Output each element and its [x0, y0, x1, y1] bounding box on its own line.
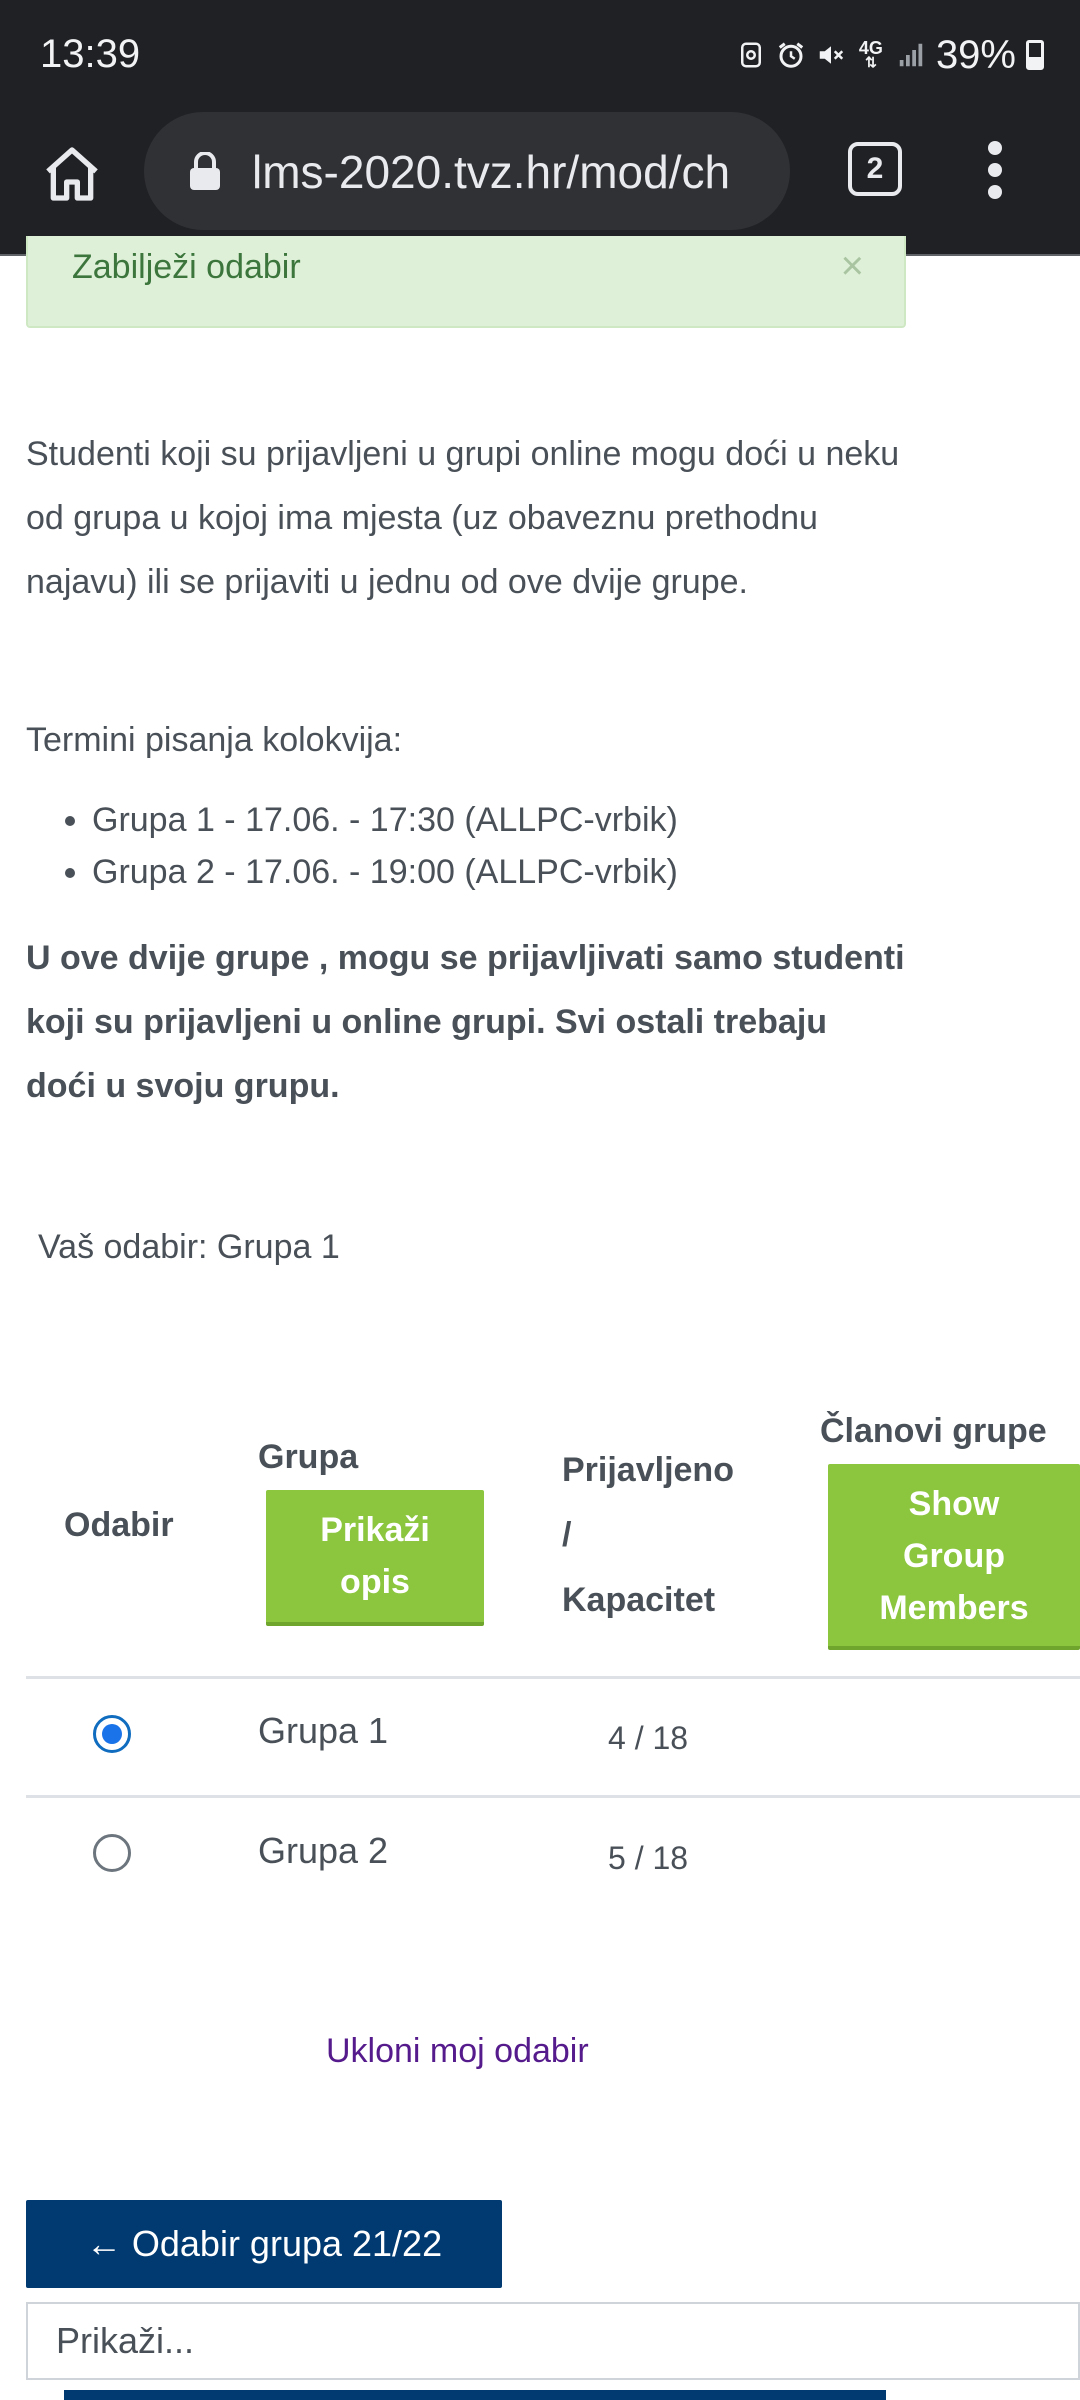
browser-toolbar: lms-2020.tvz.hr/mod/ch 2: [0, 112, 1080, 256]
alert-message: Zabilježi odabir: [72, 248, 301, 286]
show-group-members-button[interactable]: Show Group Members: [828, 1464, 1080, 1650]
list-item: Grupa 1 - 17.06. - 17:30 (ALLPC-vrbik): [92, 794, 678, 846]
back-to-group-choice-button[interactable]: ← Odabir grupa 21/22: [26, 2200, 502, 2288]
home-icon[interactable]: [40, 142, 104, 206]
table-divider: [26, 1795, 1080, 1798]
group-name: Grupa 1: [258, 1710, 389, 1751]
battery-icon: [1026, 40, 1044, 70]
show-description-button[interactable]: Prikaži opis: [266, 1490, 484, 1626]
column-header-registered: Prijavljeno / Kapacitet: [562, 1438, 734, 1633]
network-label: 4G: [858, 38, 883, 58]
terms-heading: Termini pisanja kolokvija:: [26, 721, 403, 759]
list-item: Grupa 2 - 17.06. - 19:00 (ALLPC-vrbik): [92, 846, 678, 898]
status-bar: 13:39 4G ⇅ 39%: [0, 0, 1080, 112]
capacity-label: Kapacitet: [562, 1581, 716, 1619]
more-menu-icon[interactable]: [980, 140, 1010, 200]
group-count: 4 / 18: [608, 1720, 689, 1756]
show-members-label-line: Members: [879, 1589, 1029, 1627]
notice-text: U ove dvije grupe , mogu se prijavljivat…: [26, 939, 905, 1105]
remove-choice-link[interactable]: Ukloni moj odabir: [326, 2032, 589, 2071]
mute-icon: [816, 40, 846, 70]
group-radio-1[interactable]: [93, 1715, 131, 1753]
show-members-label-line: Group: [903, 1537, 1005, 1575]
terms-list: Grupa 1 - 17.06. - 17:30 (ALLPC-vrbik) G…: [26, 794, 678, 898]
table-divider: [26, 1676, 1080, 1679]
column-header-choice: Odabir: [64, 1506, 174, 1544]
network-4g-icon: 4G ⇅: [858, 38, 883, 70]
show-description-label: Prikaži opis: [320, 1511, 430, 1601]
tab-switcher-button[interactable]: 2: [848, 142, 902, 196]
group-count: 5 / 18: [608, 1840, 689, 1876]
jump-to-select-value: Prikaži...: [56, 2320, 195, 2361]
address-bar[interactable]: lms-2020.tvz.hr/mod/ch: [144, 112, 790, 230]
status-time: 13:39: [40, 32, 141, 76]
url-text: lms-2020.tvz.hr/mod/ch: [252, 146, 731, 198]
battery-percent: 39%: [935, 32, 1016, 77]
column-header-group: Grupa: [258, 1438, 359, 1476]
sync-icon: [736, 40, 766, 70]
intro-text: Studenti koji su prijavljeni u grupi onl…: [26, 435, 900, 601]
group-name: Grupa 2: [258, 1830, 389, 1871]
status-icons: 4G ⇅ 39%: [736, 30, 1044, 80]
success-alert: Zabilježi odabir ×: [26, 236, 906, 328]
show-members-label-line: Show: [908, 1485, 1000, 1523]
registered-separator: /: [562, 1516, 572, 1554]
group-radio-2[interactable]: [93, 1834, 131, 1872]
lock-icon: [190, 152, 220, 190]
registered-label: Prijavljeno: [562, 1451, 734, 1489]
signal-icon: [896, 40, 926, 70]
column-header-members: Članovi grupe: [820, 1412, 1047, 1450]
alarm-icon: [776, 40, 806, 70]
jump-to-select[interactable]: Prikaži...: [26, 2302, 1080, 2380]
next-button[interactable]: [64, 2390, 886, 2400]
your-choice: Vaš odabir: Grupa 1: [38, 1228, 340, 1266]
close-icon[interactable]: ×: [841, 244, 864, 289]
